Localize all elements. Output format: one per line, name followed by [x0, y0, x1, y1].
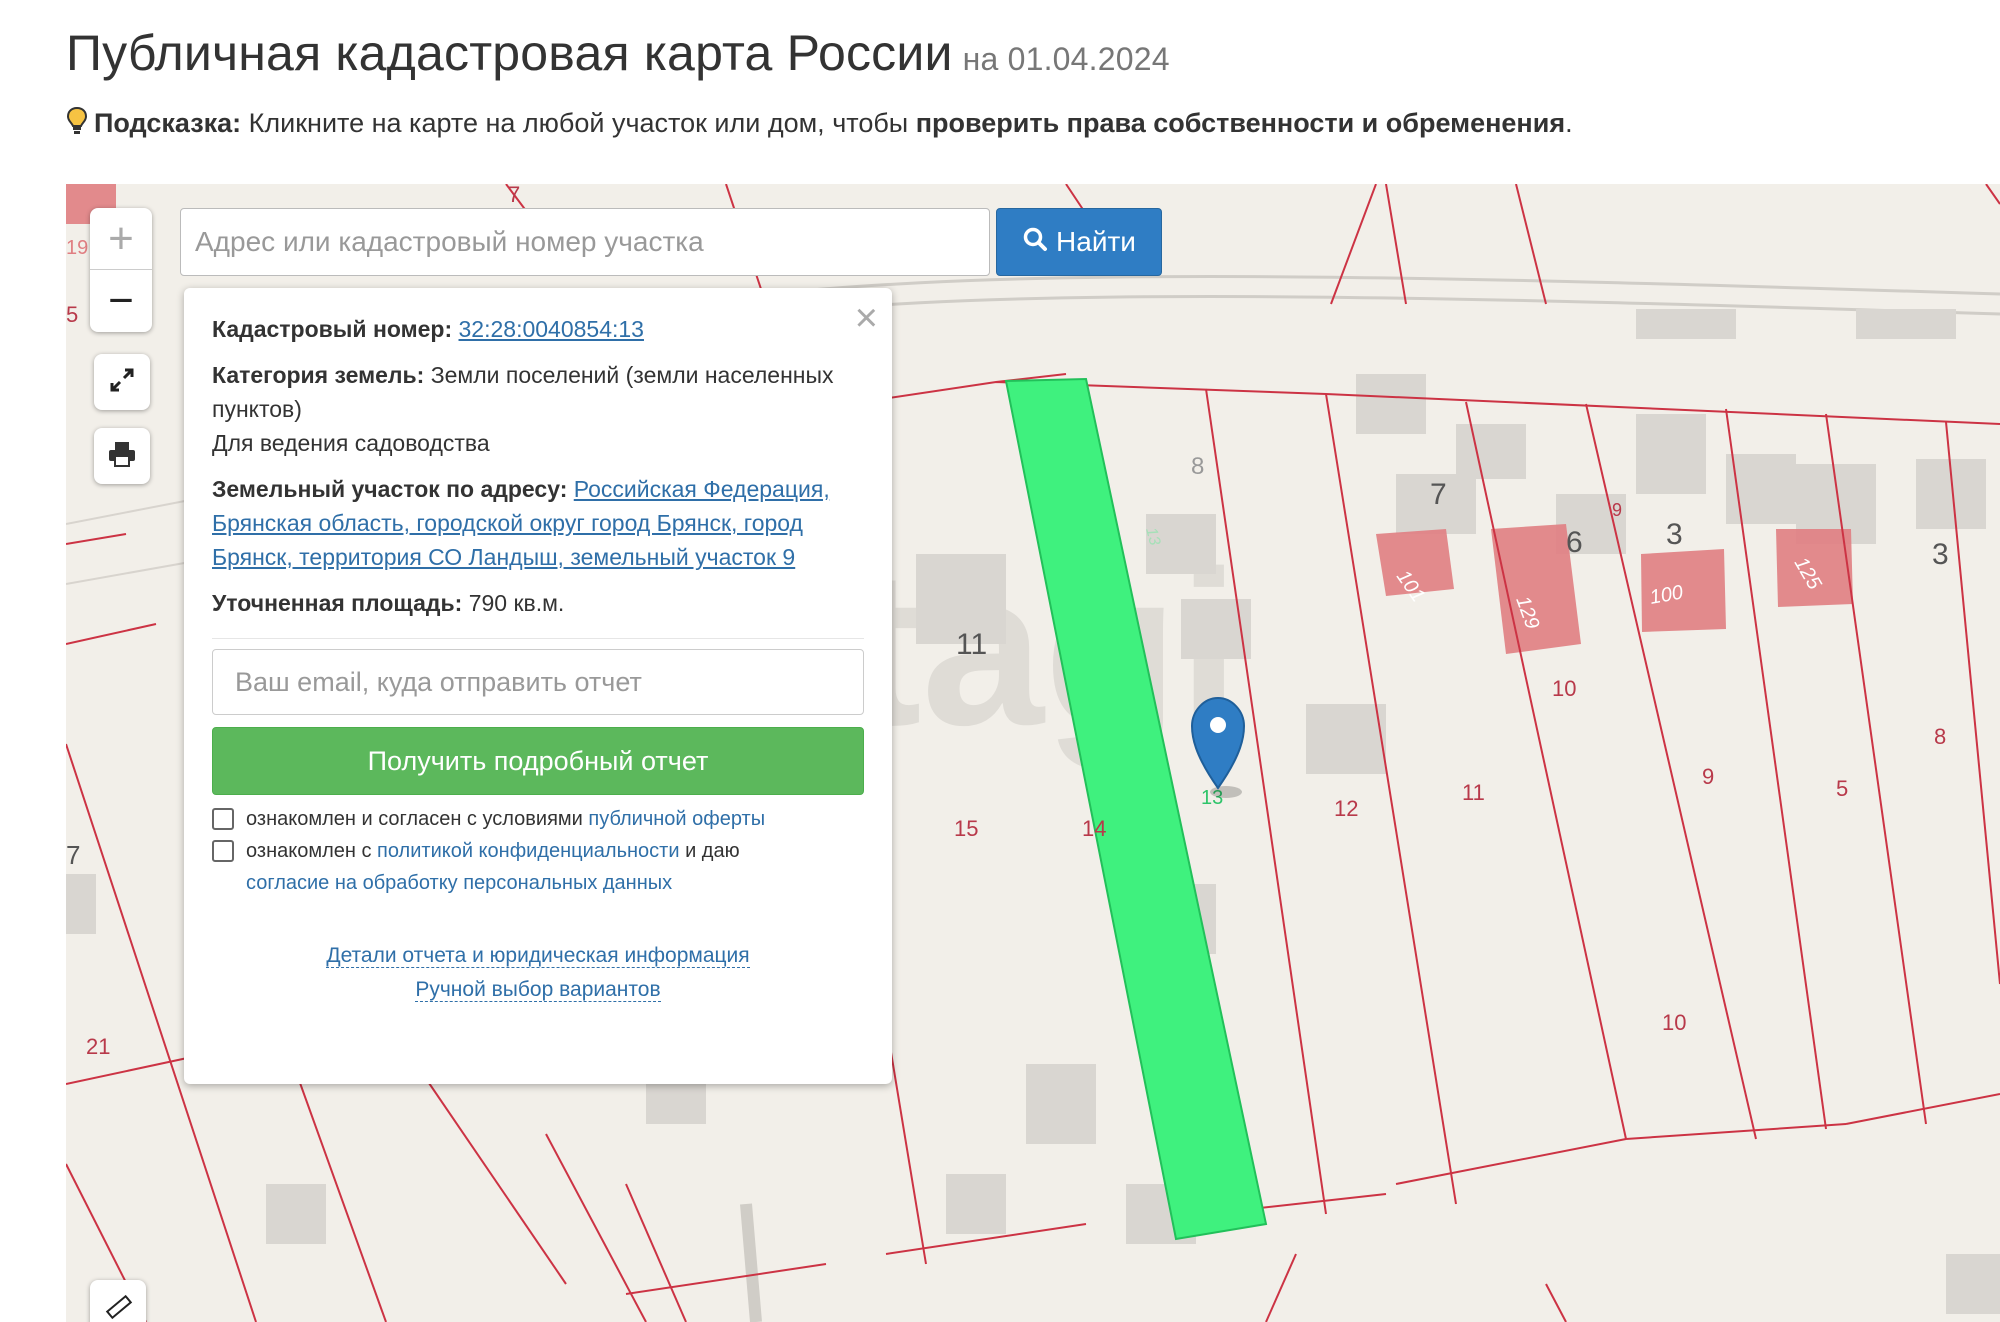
consent-offer: ознакомлен и согласен с условиями публич…	[212, 803, 864, 835]
area-row: Уточненная площадь: 790 кв.м.	[212, 586, 864, 620]
consent-privacy-checkbox[interactable]	[212, 840, 234, 862]
zoom-control: + −	[90, 208, 152, 332]
address-label: Земельный участок по адресу:	[212, 476, 568, 502]
hint-text: Кликните на карте на любой участок или д…	[241, 108, 916, 138]
parcel-info-popup: × Кадастровый номер: 32:28:0040854:13 Ка…	[184, 288, 892, 1084]
report-details-link[interactable]: Детали отчета и юридическая информация	[326, 944, 750, 968]
parcel-label: 19	[66, 237, 88, 259]
popup-links: Детали отчета и юридическая информация Р…	[212, 939, 864, 1007]
land-category-label: Категория земель:	[212, 362, 425, 388]
cadastral-number-row: Кадастровый номер: 32:28:0040854:13	[212, 312, 864, 346]
parcel-label: 11	[1462, 780, 1485, 805]
zoom-in-button[interactable]: +	[90, 208, 152, 270]
parcel-label: 10	[1552, 676, 1576, 701]
consent-privacy-text: ознакомлен с	[246, 840, 378, 862]
page-date: на 01.04.2024	[962, 41, 1170, 77]
lightbulb-icon	[66, 106, 88, 143]
personal-data-consent-link[interactable]: согласие на обработку персональных данны…	[246, 872, 672, 894]
hint-bold-text: проверить права собственности и обремене…	[915, 108, 1566, 138]
cadastral-number-link[interactable]: 32:28:0040854:13	[459, 316, 644, 342]
printer-icon	[107, 440, 137, 473]
manual-selection-link[interactable]: Ручной выбор вариантов	[415, 978, 661, 1002]
expand-icon	[107, 365, 137, 400]
address-row: Земельный участок по адресу: Российская …	[212, 472, 864, 574]
parcel-label: 15	[954, 816, 978, 841]
land-category-row: Категория земель: Земли поселений (земли…	[212, 358, 864, 426]
page-title: Публичная кадастровая карта России на 01.…	[66, 24, 1170, 82]
search-button[interactable]: Найти	[996, 208, 1162, 276]
parcel-label: 9	[1702, 764, 1714, 789]
parcel-label: 5	[1836, 776, 1848, 801]
zoom-out-button[interactable]: −	[90, 270, 152, 331]
search-input[interactable]	[180, 208, 990, 276]
consent-privacy: ознакомлен с политикой конфиденциальност…	[212, 835, 864, 899]
consent-privacy-mid: и даю	[679, 840, 740, 862]
cadastral-number-label: Кадастровый номер:	[212, 316, 453, 342]
land-usage: Для ведения садоводства	[212, 430, 490, 456]
parcel-label: 9	[1612, 500, 1622, 520]
parcel-label: 12	[1334, 796, 1358, 821]
search-button-label: Найти	[1056, 226, 1136, 257]
location-marker-icon[interactable]	[1190, 696, 1246, 798]
search-icon	[1022, 226, 1048, 259]
email-field[interactable]	[212, 649, 864, 715]
consent-offer-checkbox[interactable]	[212, 808, 234, 830]
area-label: Уточненная площадь:	[212, 590, 463, 616]
parcel-label: 3	[1932, 538, 1949, 571]
parcel-label: 21	[86, 1034, 110, 1059]
fullscreen-button[interactable]	[94, 354, 150, 410]
get-report-button[interactable]: Получить подробный отчет	[212, 727, 864, 795]
parcel-label: 8	[1191, 453, 1204, 480]
parcel-label: 11	[956, 628, 987, 661]
parcel-label: 7	[508, 184, 520, 207]
parcel-label: 7	[1430, 478, 1447, 511]
privacy-policy-link[interactable]: политикой конфиденциальности	[377, 840, 679, 862]
page-title-text: Публичная кадастровая карта России	[66, 25, 953, 81]
divider	[212, 638, 864, 639]
parcel-label: 6	[1566, 526, 1583, 559]
ruler-icon	[103, 1291, 133, 1322]
public-offer-link[interactable]: публичной оферты	[588, 808, 765, 830]
consent-offer-text: ознакомлен и согласен с условиями	[246, 808, 589, 830]
parcel-label: 5	[66, 302, 78, 327]
hint-end: .	[1565, 108, 1573, 138]
parcel-label: 3	[1666, 518, 1683, 551]
hint-bar: Подсказка: Кликните на карте на любой уч…	[66, 106, 1573, 143]
parcel-label: 10	[1662, 1010, 1686, 1035]
cadastral-map[interactable]: etagi 7 5 3 11 12 11 15 14 9 5 8 10 21 1…	[66, 184, 2000, 1322]
parcel-label: 7	[66, 840, 80, 870]
parcel-label: 8	[1934, 724, 1946, 749]
ruler-button[interactable]	[90, 1280, 146, 1322]
area-value: 790 кв.м.	[468, 590, 565, 616]
parcel-label: 14	[1082, 816, 1106, 841]
print-button[interactable]	[94, 428, 150, 484]
hint-label: Подсказка:	[94, 108, 242, 138]
